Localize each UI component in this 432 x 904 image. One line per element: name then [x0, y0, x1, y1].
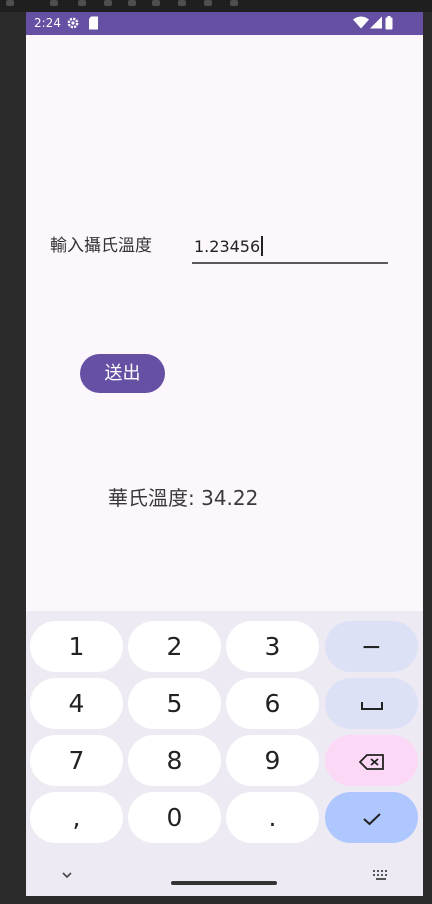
key-label: 1 [68, 632, 85, 661]
space-icon [360, 702, 383, 710]
host-toolbar-icon [230, 0, 238, 6]
space-key[interactable] [325, 678, 418, 729]
checkmark-icon [362, 813, 381, 826]
digit-key[interactable]: 1 [30, 621, 123, 672]
status-bar: 2:24 [26, 12, 423, 35]
digit-key[interactable]: 2 [128, 621, 221, 672]
key-label: − [361, 632, 382, 661]
host-toolbar-icon [152, 0, 160, 6]
done-key[interactable] [325, 792, 418, 843]
key-label: 8 [166, 746, 183, 775]
celsius-input[interactable]: 1.23456 [192, 234, 388, 264]
host-toolbar-icon [104, 0, 112, 6]
digit-key[interactable]: , [30, 792, 123, 843]
numeric-keyboard: 1 2 3 − 4 5 6 7 8 9, 0. [26, 611, 423, 896]
backspace-key[interactable] [325, 735, 418, 786]
key-label: 6 [264, 689, 281, 718]
wifi-icon [353, 16, 369, 32]
text-cursor [261, 236, 263, 256]
host-toolbar-icon [50, 0, 58, 6]
key-label: 0 [166, 803, 183, 832]
submit-button[interactable]: 送出 [80, 354, 165, 393]
gesture-handle[interactable] [171, 881, 277, 885]
key-label: 2 [166, 632, 183, 661]
host-toolbar-icon [128, 0, 136, 6]
hide-keyboard-chevron-icon[interactable] [60, 865, 74, 884]
digit-key[interactable]: 9 [226, 735, 319, 786]
host-toolbar-icon [78, 0, 86, 6]
digit-key[interactable]: 7 [30, 735, 123, 786]
sd-card-icon [88, 16, 99, 33]
key-label: 7 [68, 746, 85, 775]
signal-icon [370, 16, 382, 32]
key-label: 3 [264, 632, 281, 661]
digit-key[interactable]: 4 [30, 678, 123, 729]
celsius-label: 輸入攝氏溫度 [50, 236, 152, 256]
digit-key[interactable]: 5 [128, 678, 221, 729]
key-label: 4 [68, 689, 85, 718]
digit-key[interactable]: . [226, 792, 319, 843]
key-label: , [72, 803, 81, 832]
digit-key[interactable]: 8 [128, 735, 221, 786]
host-toolbar [0, 0, 432, 12]
backspace-icon [358, 754, 384, 770]
key-label: 5 [166, 689, 183, 718]
fahrenheit-result: 華氏溫度: 34.22 [108, 486, 259, 510]
key-label: 9 [264, 746, 281, 775]
minus-key[interactable]: − [325, 621, 418, 672]
keyboard-switch-icon[interactable] [372, 866, 390, 885]
battery-icon [385, 16, 393, 33]
host-toolbar-icon [204, 0, 212, 6]
digit-key[interactable]: 6 [226, 678, 319, 729]
status-time: 2:24 [34, 16, 61, 30]
celsius-input-value: 1.23456 [194, 237, 261, 256]
key-label: . [268, 803, 277, 832]
phone-screen: 2:24 輸入攝氏溫度 1.23456 送出 華氏溫度: 34.22 1 2 3 − 4… [26, 12, 423, 896]
settings-icon [66, 16, 80, 33]
host-toolbar-icon [6, 0, 14, 6]
digit-key[interactable]: 0 [128, 792, 221, 843]
host-toolbar-icon [178, 0, 186, 6]
digit-key[interactable]: 3 [226, 621, 319, 672]
